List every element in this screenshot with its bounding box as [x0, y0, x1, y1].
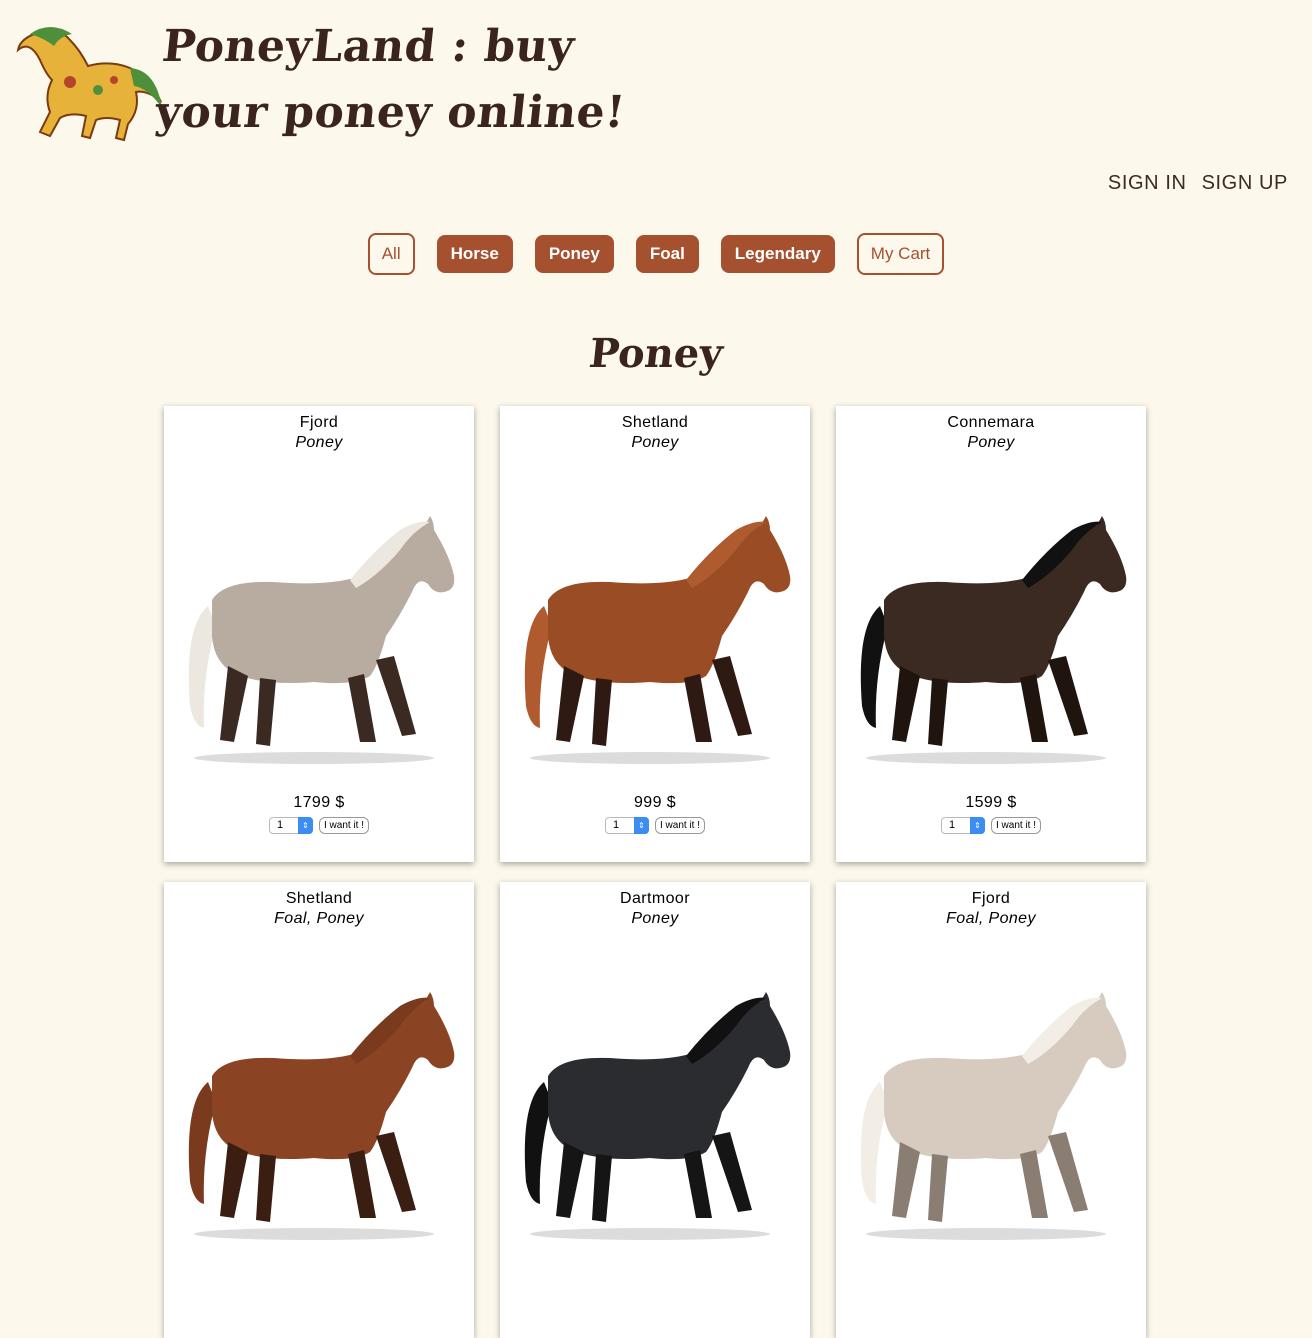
product-card: Shetland Poney 999 $ 1 ⇕ I want it !: [500, 406, 810, 862]
quantity-select[interactable]: 1 ⇕: [604, 817, 649, 834]
product-price: 1599 $: [965, 794, 1017, 811]
product-category: Poney: [631, 910, 679, 927]
product-name: Fjord: [299, 414, 339, 431]
buy-controls: 1 ⇕ I want it !: [500, 817, 810, 834]
want-it-button[interactable]: I want it !: [654, 817, 705, 834]
quantity-select[interactable]: 1 ⇕: [940, 817, 985, 834]
horse-image: [860, 516, 1127, 764]
auth-links: SIGN IN SIGN UP: [1108, 172, 1288, 195]
product-name: Shetland: [285, 890, 353, 907]
horse-image: [860, 992, 1127, 1240]
product-card: Connemara Poney 1599 $ 1 ⇕ I want it !: [836, 406, 1146, 862]
product-card: Fjord Poney 1799 $ 1 ⇕ I want it !: [164, 406, 474, 862]
horse-image: [524, 992, 791, 1240]
product-name: Shetland: [621, 414, 689, 431]
site-title: PoneyLand : buy your poney online!: [152, 21, 628, 138]
want-it-button[interactable]: I want it !: [318, 817, 369, 834]
product-card: Fjord Foal, Poney ⇕: [836, 882, 1146, 1338]
my-cart-button[interactable]: My Cart: [856, 233, 945, 275]
quantity-value: 1: [276, 819, 284, 831]
product-price: 999 $: [633, 794, 677, 811]
product-card: Dartmoor Poney ⇕: [500, 882, 810, 1338]
filter-foal-button[interactable]: Foal: [635, 235, 699, 273]
filter-horse-button[interactable]: Horse: [436, 235, 513, 273]
category-filters: All Horse Poney Foal Legendary My Cart: [0, 233, 1312, 275]
horse-image: [188, 992, 455, 1240]
product-name: Connemara: [947, 414, 1035, 431]
horse-image: [524, 516, 791, 764]
stepper-icon: ⇕: [297, 817, 313, 834]
product-price: 1799 $: [293, 794, 345, 811]
quantity-value: 1: [948, 819, 956, 831]
section-title: Poney: [586, 330, 726, 377]
buy-controls: 1 ⇕ I want it !: [164, 817, 474, 834]
quantity-select[interactable]: 1 ⇕: [268, 817, 313, 834]
filter-all-button[interactable]: All: [367, 233, 415, 275]
product-category: Poney: [967, 434, 1015, 451]
quantity-value: 1: [612, 819, 620, 831]
want-it-button[interactable]: I want it !: [990, 817, 1041, 834]
filter-poney-button[interactable]: Poney: [534, 235, 614, 273]
buy-controls: 1 ⇕ I want it !: [836, 817, 1146, 834]
product-category: Poney: [295, 434, 343, 451]
filter-legendary-button[interactable]: Legendary: [720, 235, 835, 273]
product-name: Dartmoor: [620, 890, 690, 907]
product-name: Fjord: [971, 890, 1011, 907]
poneyland-logo: [16, 27, 162, 142]
stepper-icon: ⇕: [969, 817, 985, 834]
product-grid: Fjord Poney 1799 $ 1 ⇕ I want it ! Shetla…: [164, 406, 1146, 1338]
sign-in-link[interactable]: SIGN IN: [1108, 172, 1187, 195]
product-category: Poney: [631, 434, 679, 451]
sign-up-link[interactable]: SIGN UP: [1202, 172, 1288, 195]
product-category: Foal, Poney: [946, 910, 1036, 927]
product-category: Foal, Poney: [274, 910, 364, 927]
product-card: Shetland Foal, Poney ⇕: [164, 882, 474, 1338]
horse-image: [188, 516, 455, 764]
stepper-icon: ⇕: [633, 817, 649, 834]
